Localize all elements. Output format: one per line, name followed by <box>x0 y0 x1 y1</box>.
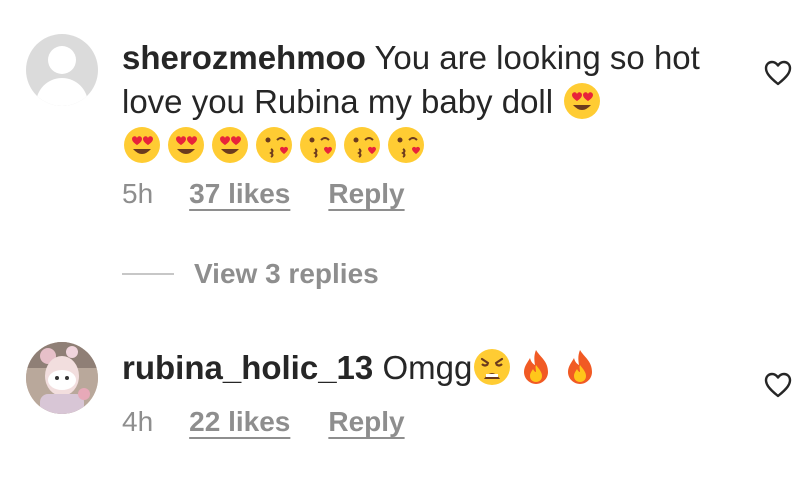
profile-photo-image <box>26 342 98 414</box>
fire-emoji-icon <box>568 350 593 384</box>
heart-eyes-emoji-icon <box>124 127 160 163</box>
comment-text: rubina_holic_13 Omgg <box>122 346 722 390</box>
comment-body: Omgg <box>382 349 473 386</box>
fire-emoji-icon <box>524 350 549 384</box>
default-avatar-icon[interactable] <box>26 34 98 106</box>
heart-eyes-emoji-icon <box>168 127 204 163</box>
likes-link[interactable]: 22 likes <box>189 406 290 438</box>
heart-outline-icon[interactable] <box>764 372 792 398</box>
comment-meta: 4h 22 likes Reply <box>122 406 405 438</box>
comment-time: 5h <box>122 178 154 209</box>
heart-outline-icon[interactable] <box>764 60 792 86</box>
comment-text: sherozmehmoo You are looking so hot love… <box>122 36 722 168</box>
comment-username[interactable]: sherozmehmoo <box>122 39 366 76</box>
reply-button[interactable]: Reply <box>328 406 404 438</box>
reply-button[interactable]: Reply <box>328 178 404 210</box>
view-replies-button[interactable]: View 3 replies <box>122 258 379 290</box>
comment-time: 4h <box>122 406 154 437</box>
divider-line <box>122 273 174 275</box>
comment-username[interactable]: rubina_holic_13 <box>122 349 373 386</box>
profile-photo-avatar[interactable] <box>26 342 98 414</box>
heart-eyes-emoji-icon <box>212 127 248 163</box>
likes-link[interactable]: 37 likes <box>189 178 290 210</box>
kissing-wink-emoji-icon <box>256 127 292 163</box>
kissing-wink-emoji-icon <box>344 127 380 163</box>
kissing-wink-emoji-icon <box>388 127 424 163</box>
weary-face-emoji-icon <box>474 349 511 385</box>
comment-meta: 5h 37 likes Reply <box>122 178 405 210</box>
view-replies-label: View 3 replies <box>194 258 379 289</box>
heart-eyes-emoji-icon <box>564 83 601 119</box>
emoji-row <box>122 127 430 164</box>
kissing-wink-emoji-icon <box>300 127 336 163</box>
